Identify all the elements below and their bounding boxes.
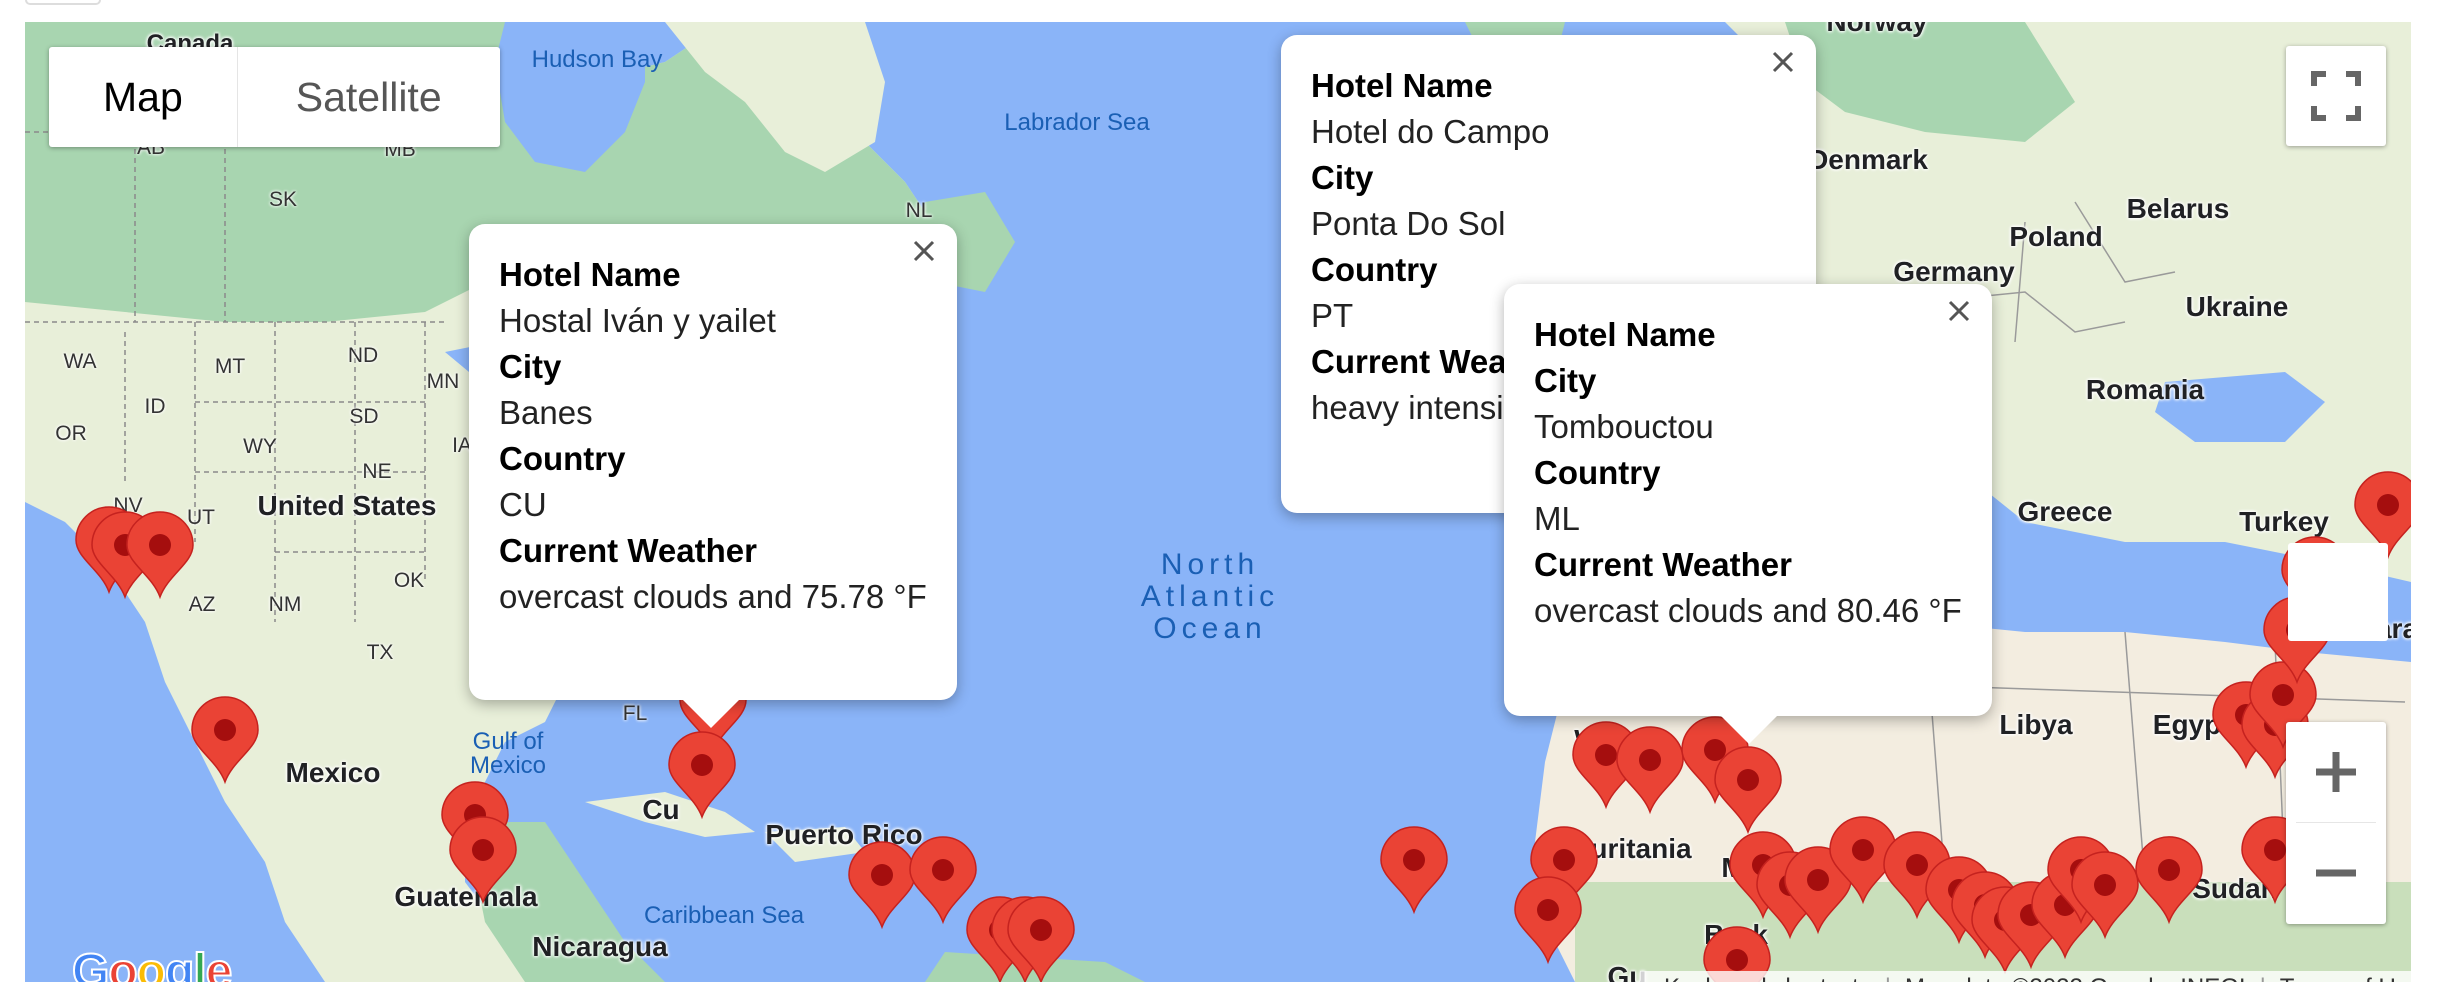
hotel-name-label: Hotel Name <box>1534 316 1716 353</box>
close-icon[interactable] <box>1942 294 1976 328</box>
fullscreen-button[interactable] <box>2286 46 2386 146</box>
map-pin-icon[interactable] <box>2135 836 2203 925</box>
google-logo-letter: l <box>192 944 207 982</box>
fullscreen-icon <box>2311 71 2361 121</box>
map-pin-icon[interactable] <box>668 731 736 820</box>
current-weather-label: Current Weather <box>1534 546 1792 583</box>
info-window-pointer <box>682 699 740 728</box>
city-label: City <box>499 348 562 385</box>
map-type-control: Map Satellite <box>49 47 500 147</box>
map-pin-icon[interactable] <box>449 816 517 905</box>
map-pin-icon[interactable] <box>1380 826 1448 915</box>
google-logo-letter: g <box>164 944 195 982</box>
plus-icon <box>2316 752 2356 792</box>
keyboard-shortcuts-link[interactable]: Keyboard shortcuts <box>1650 974 1885 982</box>
minus-icon <box>2316 869 2356 877</box>
city-value: Tombouctou <box>1534 408 1714 445</box>
info-window-pointer <box>1720 715 1778 744</box>
country-label: Country <box>1534 454 1661 491</box>
country-label: Country <box>499 440 626 477</box>
map-pin-icon[interactable] <box>848 841 916 930</box>
google-logo: Google <box>71 944 234 982</box>
info-window-banes: Hotel Name Hostal Iván y yailet City Ban… <box>469 224 957 728</box>
google-logo-letter: G <box>71 944 110 982</box>
google-logo-letter: o <box>136 944 167 982</box>
zoom-in-button[interactable] <box>2286 722 2386 822</box>
map-pin-icon[interactable] <box>126 511 194 600</box>
hotel-name-value: Hostal Iván y yailet <box>499 302 776 339</box>
marker-layer <box>75 471 2411 982</box>
attribution-bar: Keyboard shortcuts | Map data ©2022 Goog… <box>1640 971 2411 982</box>
terms-of-use-link[interactable]: Terms of Use <box>2266 974 2411 982</box>
country-value: ML <box>1534 500 1580 537</box>
google-logo-letter: o <box>107 944 138 982</box>
hotel-name-value: Hotel do Campo <box>1311 113 1550 150</box>
map-type-satellite-button[interactable]: Satellite <box>238 47 500 147</box>
map-pin-icon[interactable] <box>1714 746 1782 835</box>
city-value: Banes <box>499 394 593 431</box>
map-pin-icon[interactable] <box>191 696 259 785</box>
city-label: City <box>1311 159 1374 196</box>
country-value: CU <box>499 486 547 523</box>
zoom-out-button[interactable] <box>2286 823 2386 923</box>
info-window-tombouctou: Hotel Name City Tombouctou Country ML Cu… <box>1504 284 1992 744</box>
map-pin-icon[interactable] <box>909 836 977 925</box>
current-weather-value: overcast clouds and 75.78 °F <box>499 578 927 615</box>
city-label: City <box>1534 362 1597 399</box>
city-value: Ponta Do Sol <box>1311 205 1506 242</box>
map-type-map-button[interactable]: Map <box>49 47 238 147</box>
map-data-text: Map data ©2022 Google, INEGI <box>1891 974 2260 982</box>
close-icon[interactable] <box>1766 45 1800 79</box>
street-view-control[interactable] <box>2288 543 2388 641</box>
zoom-control <box>2286 722 2386 924</box>
map-pin-icon[interactable] <box>1616 726 1684 815</box>
current-weather-label: Current Weather <box>499 532 757 569</box>
top-left-control-edge <box>25 0 101 5</box>
current-weather-value: overcast clouds and 80.46 °F <box>1534 592 1962 629</box>
hotel-name-label: Hotel Name <box>499 256 681 293</box>
map-pin-icon[interactable] <box>1514 876 1582 965</box>
map-canvas[interactable]: Canada Hudson Bay Labrador Sea AB MB SK … <box>25 22 2411 982</box>
google-logo-letter: e <box>205 944 234 982</box>
hotel-name-label: Hotel Name <box>1311 67 1493 104</box>
close-icon[interactable] <box>907 234 941 268</box>
